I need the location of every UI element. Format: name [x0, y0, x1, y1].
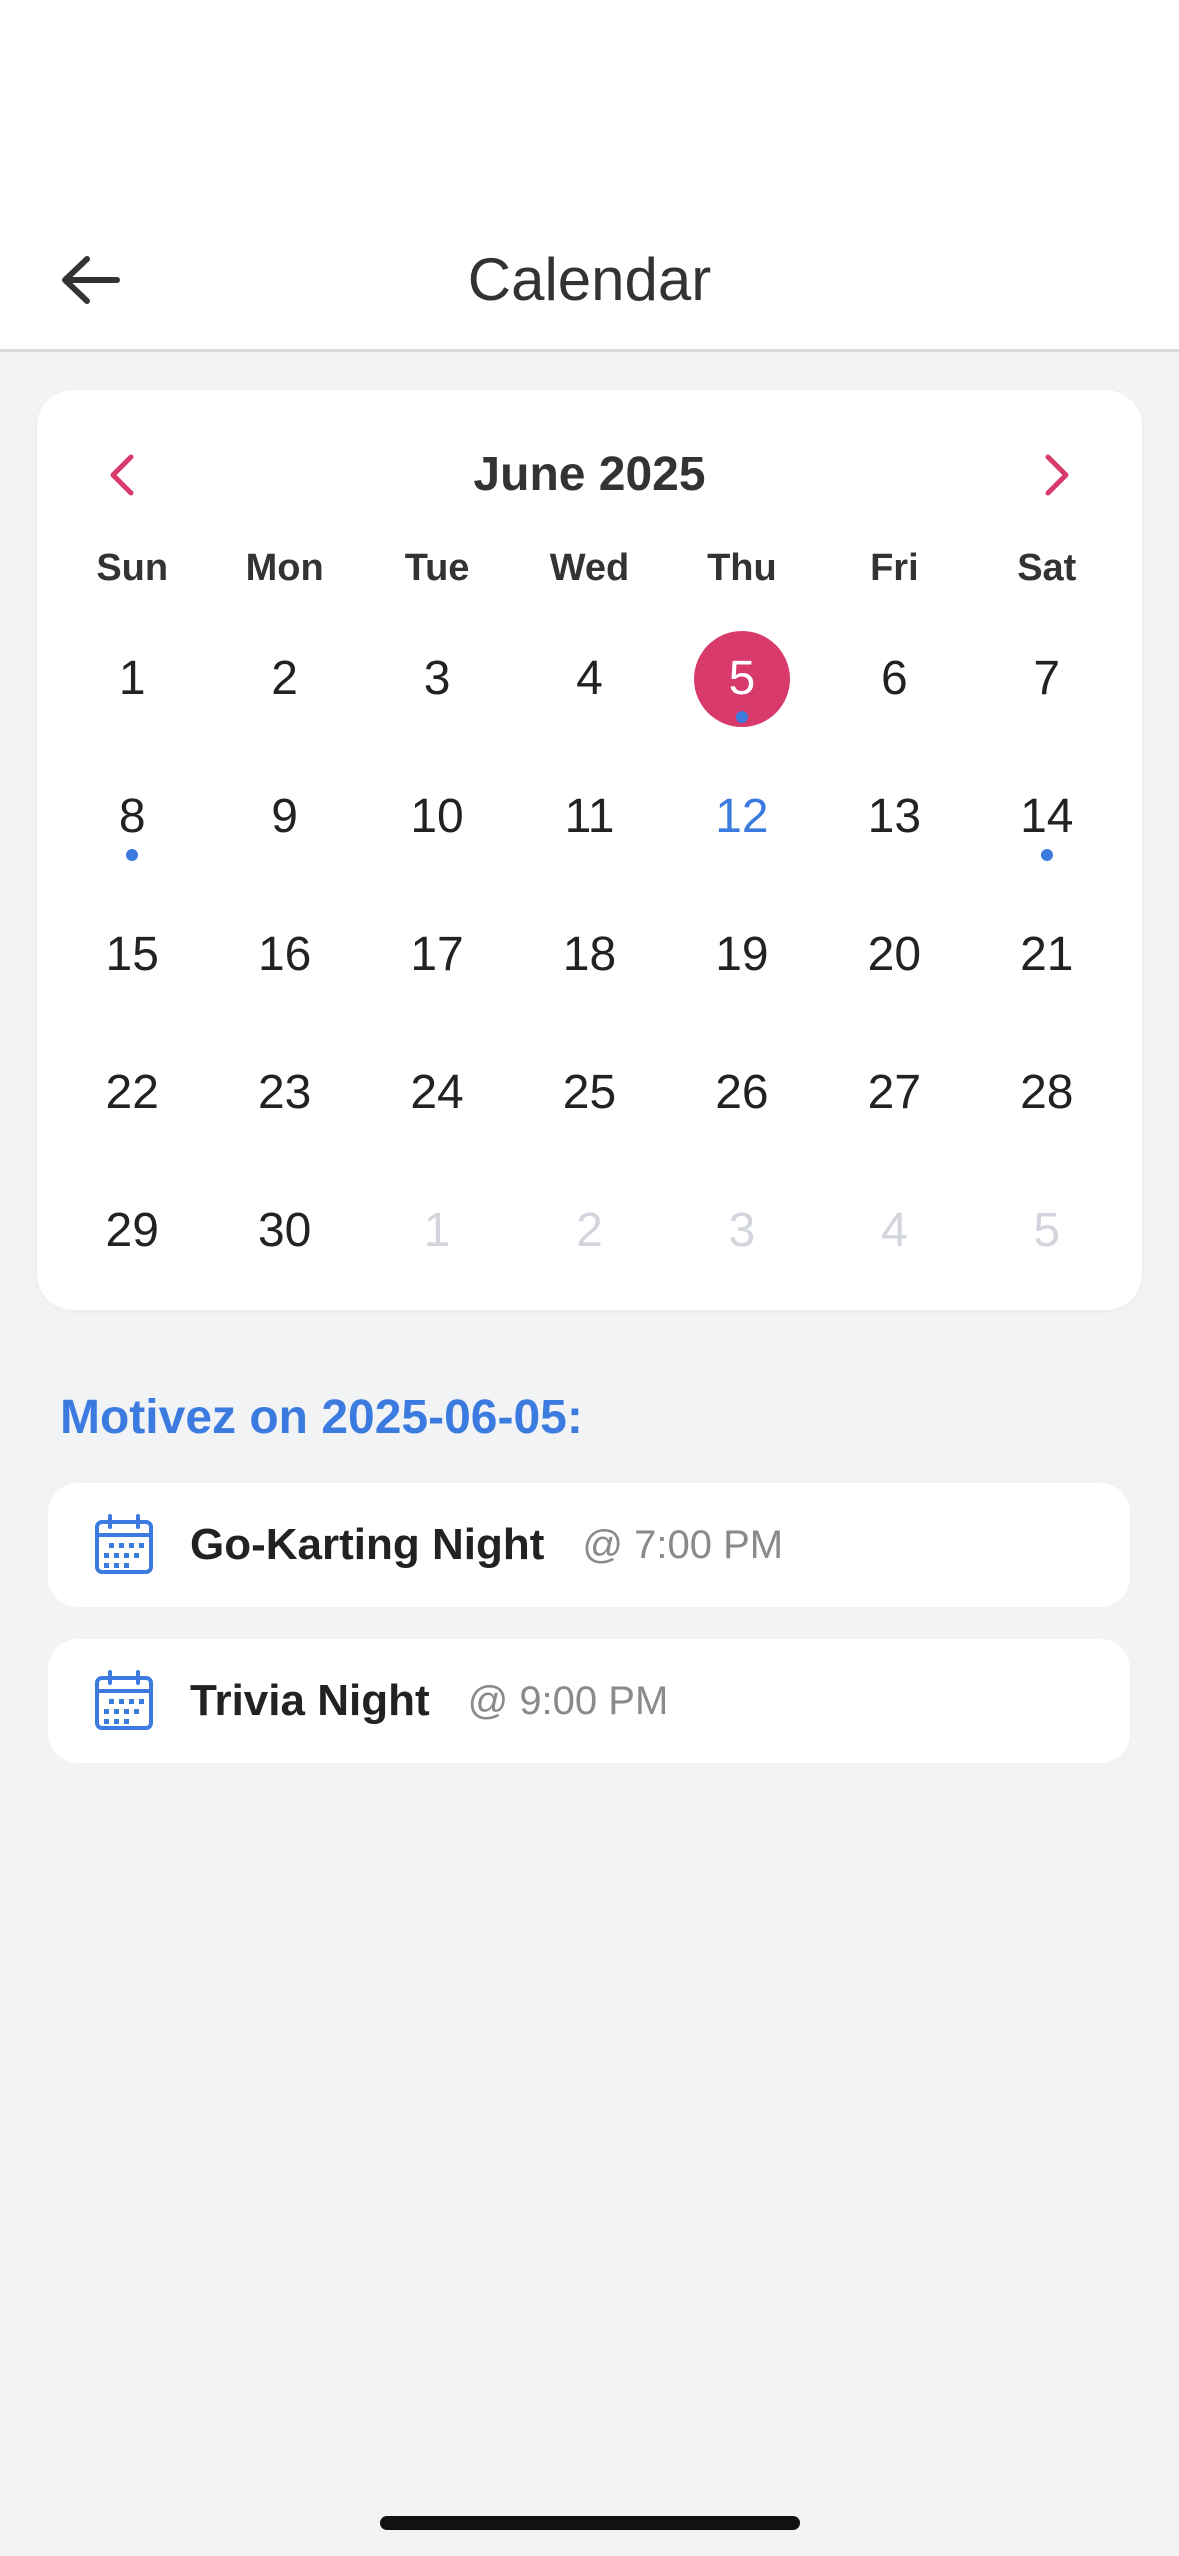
day-number: 30	[257, 1204, 312, 1257]
event-card-trivia[interactable]: Trivia Night @ 9:00 PM	[48, 1639, 1130, 1763]
day-number: 5	[728, 652, 756, 705]
day-cell[interactable]: 13	[818, 748, 970, 886]
day-number: 1	[118, 652, 146, 705]
month-header: June 2025	[37, 430, 1142, 520]
day-number: 14	[1020, 790, 1074, 843]
day-cell[interactable]: 4	[513, 610, 665, 748]
day-number: 1	[423, 1204, 451, 1257]
day-number: 7	[1033, 652, 1061, 705]
event-indicator-dot	[1040, 849, 1053, 861]
day-cell[interactable]: 19	[666, 886, 818, 1024]
day-cell[interactable]: 30	[208, 1162, 360, 1300]
weekday-label: Thu	[707, 547, 777, 589]
calendar-card: June 2025 Sun Mon Tue Wed Thu Fri Sat 12…	[37, 390, 1142, 1310]
day-number: 27	[867, 1066, 922, 1119]
day-cell[interactable]: 25	[513, 1024, 665, 1162]
day-number: 8	[118, 790, 146, 843]
event-name: Go-Karting Night	[190, 1520, 545, 1569]
day-number: 21	[1020, 928, 1074, 981]
day-cell[interactable]: 15	[56, 886, 208, 1024]
day-cell[interactable]: 1	[361, 1162, 513, 1300]
day-number: 17	[410, 928, 464, 981]
day-cell[interactable]: 5	[971, 1162, 1123, 1300]
day-cell[interactable]: 29	[56, 1162, 208, 1300]
next-month-button[interactable]	[1022, 440, 1092, 510]
day-cell[interactable]: 7	[971, 610, 1123, 748]
day-number: 12	[715, 790, 769, 843]
day-cell-selected[interactable]: 5	[666, 610, 818, 748]
calendar-icon	[92, 1669, 156, 1733]
day-cell[interactable]: 8	[56, 748, 208, 886]
day-cell[interactable]: 2	[513, 1162, 665, 1300]
day-cell[interactable]: 14	[971, 748, 1123, 886]
day-cell[interactable]: 1	[56, 610, 208, 748]
weekday-label: Sun	[96, 547, 169, 589]
event-name: Trivia Night	[190, 1676, 430, 1725]
weekday-label: Mon	[245, 547, 324, 589]
events-heading: Motivez on 2025-06-05:	[60, 1391, 583, 1444]
day-cell[interactable]: 23	[208, 1024, 360, 1162]
event-indicator-dot	[126, 849, 139, 861]
calendar-icon	[92, 1513, 156, 1577]
chevron-right-icon	[1045, 454, 1069, 496]
day-cell[interactable]: 16	[208, 886, 360, 1024]
day-number: 23	[257, 1066, 312, 1119]
day-number: 10	[410, 790, 464, 843]
page-title: Calendar	[467, 246, 712, 313]
day-cell[interactable]: 21	[971, 886, 1123, 1024]
day-number: 19	[715, 928, 769, 981]
day-cell[interactable]: 11	[513, 748, 665, 886]
day-cell[interactable]: 27	[818, 1024, 970, 1162]
day-number: 25	[562, 1066, 617, 1119]
day-number: 2	[271, 652, 298, 705]
day-cell[interactable]: 10	[361, 748, 513, 886]
day-cell[interactable]: 18	[513, 886, 665, 1024]
day-number: 3	[728, 1204, 756, 1257]
event-time: @ 7:00 PM	[582, 1522, 784, 1567]
days-grid: 1 2 3 4 5 6 7 8 9 10 11 12 13 14 15 16 17 18 19 20 21 22 23 24 2…	[37, 610, 1142, 1300]
day-number: 26	[715, 1066, 769, 1119]
day-number: 20	[867, 928, 922, 981]
day-cell[interactable]: 24	[361, 1024, 513, 1162]
day-cell[interactable]: 17	[361, 886, 513, 1024]
day-number: 15	[105, 928, 159, 981]
day-number: 11	[564, 790, 615, 843]
day-number: 13	[867, 790, 922, 843]
day-cell[interactable]: 3	[666, 1162, 818, 1300]
day-number: 29	[105, 1204, 159, 1257]
day-cell[interactable]: 20	[818, 886, 970, 1024]
day-cell[interactable]: 4	[818, 1162, 970, 1300]
weekday-label: Tue	[404, 547, 470, 589]
day-number: 22	[105, 1066, 159, 1119]
day-number: 4	[881, 1204, 908, 1257]
day-cell-today[interactable]: 12	[666, 748, 818, 886]
day-cell[interactable]: 22	[56, 1024, 208, 1162]
event-card-go-karting[interactable]: Go-Karting Night @ 7:00 PM	[48, 1483, 1130, 1607]
weekday-header-row: Sun Mon Tue Wed Thu Fri Sat	[37, 538, 1142, 598]
day-cell[interactable]: 28	[971, 1024, 1123, 1162]
day-number: 6	[881, 652, 908, 705]
day-number: 2	[576, 1204, 603, 1257]
day-number: 4	[576, 652, 603, 705]
day-number: 9	[271, 790, 298, 843]
day-number: 5	[1033, 1204, 1061, 1257]
day-cell[interactable]: 6	[818, 610, 970, 748]
weekday-label: Wed	[549, 547, 630, 589]
home-indicator	[380, 2516, 800, 2530]
event-time: @ 9:00 PM	[467, 1678, 669, 1723]
event-indicator-dot	[735, 711, 748, 723]
day-number: 24	[410, 1066, 464, 1119]
month-title: June 2025	[473, 448, 706, 501]
weekday-label: Fri	[870, 547, 919, 589]
day-cell[interactable]: 2	[208, 610, 360, 748]
day-number: 28	[1020, 1066, 1074, 1119]
day-cell[interactable]: 3	[361, 610, 513, 748]
day-cell[interactable]: 9	[208, 748, 360, 886]
day-number: 3	[423, 652, 451, 705]
weekday-label: Sat	[1017, 547, 1077, 589]
day-cell[interactable]: 26	[666, 1024, 818, 1162]
day-number: 16	[257, 928, 312, 981]
header-bar: Calendar	[0, 0, 1179, 352]
day-number: 18	[562, 928, 617, 981]
